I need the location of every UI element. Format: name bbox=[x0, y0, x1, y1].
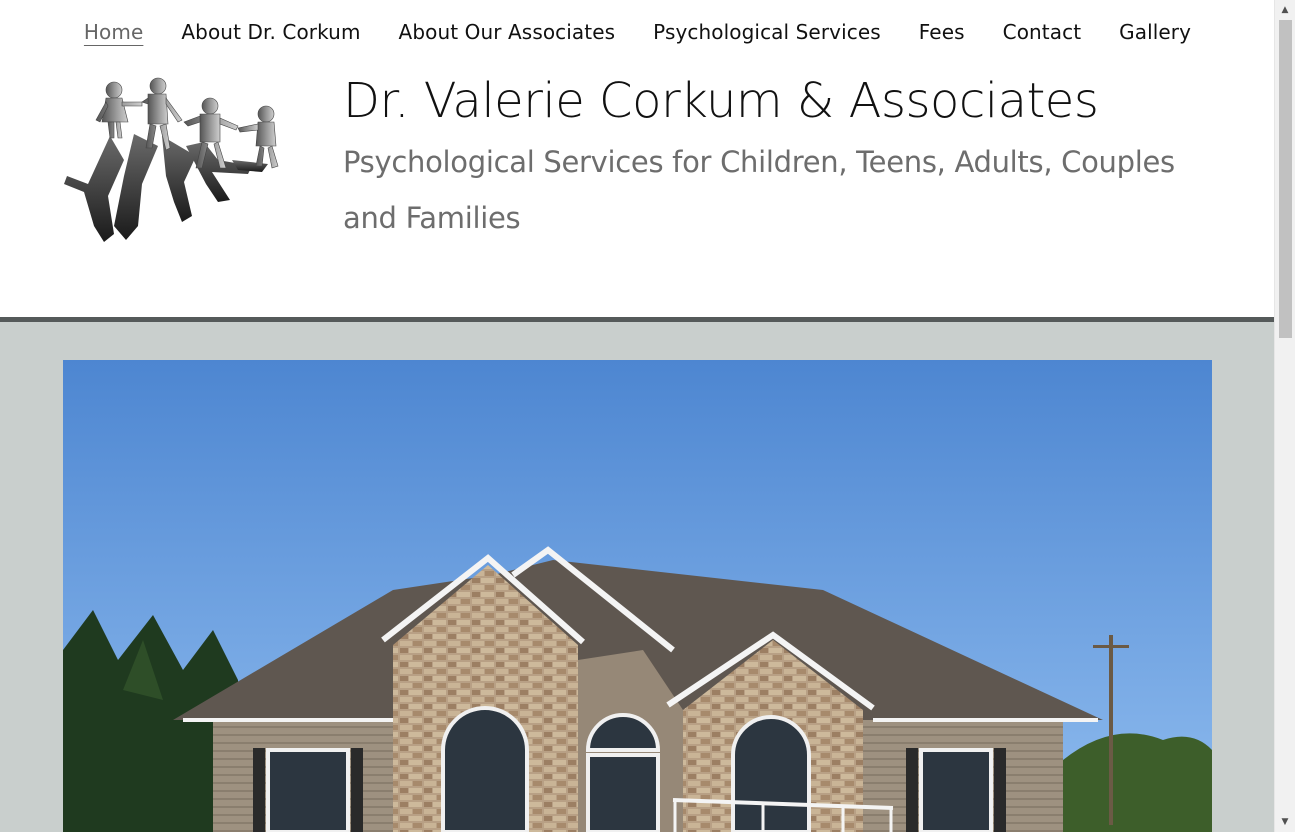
hero-utility-pole bbox=[1109, 635, 1113, 825]
nav-item-about-associates[interactable]: About Our Associates bbox=[380, 20, 635, 44]
site-title: Dr. Valerie Corkum & Associates bbox=[343, 73, 1099, 129]
nav-list: Home About Dr. Corkum About Our Associat… bbox=[65, 20, 1210, 44]
nav-item-psychological-services[interactable]: Psychological Services bbox=[634, 20, 900, 44]
hero-trees-right bbox=[1063, 733, 1212, 832]
scroll-down-arrow-icon[interactable]: ▼ bbox=[1275, 814, 1295, 830]
scroll-up-arrow-icon[interactable]: ▲ bbox=[1275, 2, 1295, 18]
nav-item-contact[interactable]: Contact bbox=[984, 20, 1101, 44]
scrollbar-thumb[interactable] bbox=[1279, 20, 1292, 338]
site-logo[interactable] bbox=[62, 76, 287, 242]
main-content bbox=[0, 322, 1275, 832]
site-tagline: Psychological Services for Children, Tee… bbox=[343, 145, 1175, 235]
hero-building-photo bbox=[63, 360, 1212, 832]
nav-item-fees[interactable]: Fees bbox=[900, 20, 984, 44]
nav-item-about-dr-corkum[interactable]: About Dr. Corkum bbox=[162, 20, 379, 44]
nav-item-gallery[interactable]: Gallery bbox=[1100, 20, 1210, 44]
main-navigation: Home About Dr. Corkum About Our Associat… bbox=[0, 0, 1275, 64]
vertical-scrollbar[interactable]: ▲ ▼ bbox=[1274, 0, 1295, 832]
nav-item-home[interactable]: Home bbox=[65, 20, 162, 44]
